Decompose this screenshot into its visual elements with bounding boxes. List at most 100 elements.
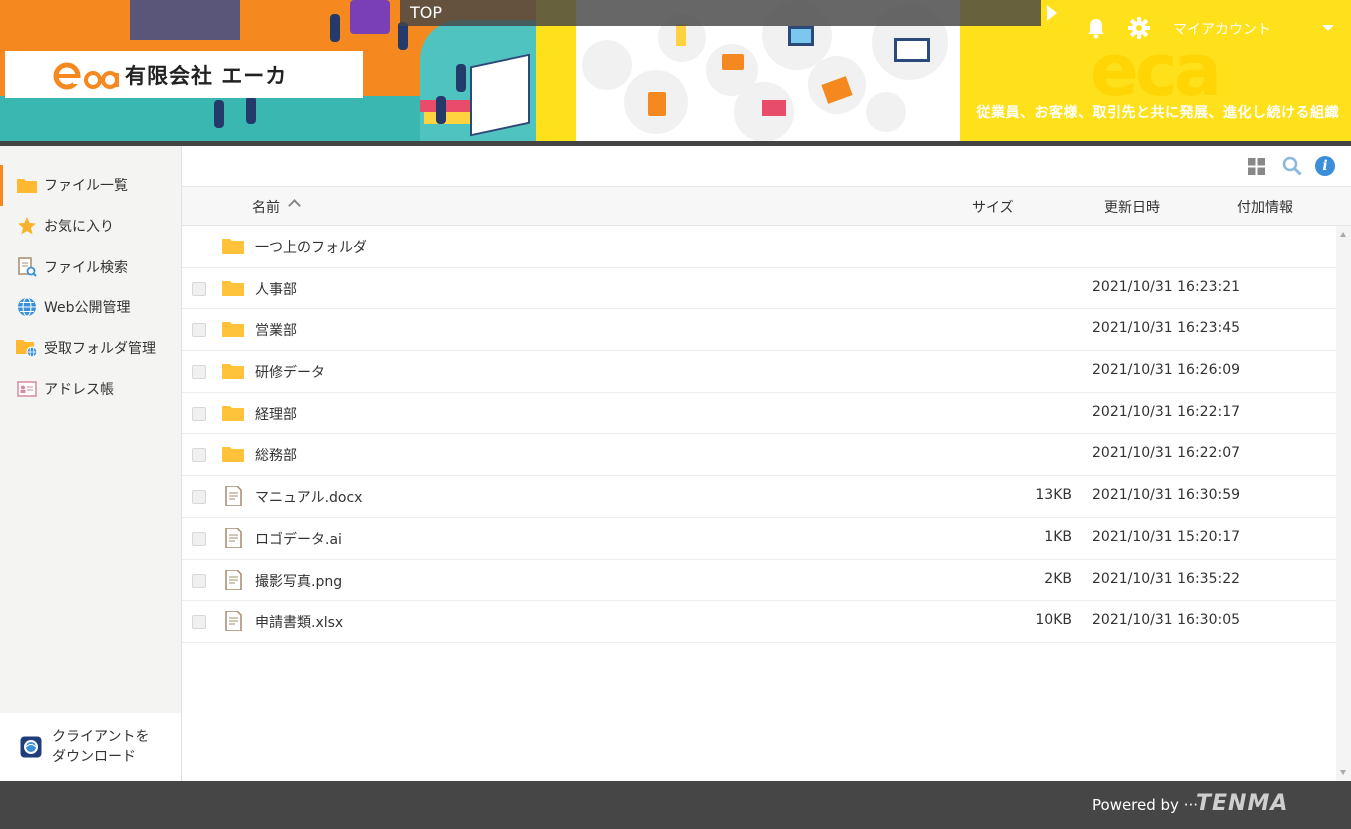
footer: Powered by ··· TENMA	[0, 781, 1351, 829]
file-search-icon	[16, 256, 38, 277]
eca-logo-icon	[53, 62, 119, 90]
sidebar-item-label: Web公開管理	[44, 300, 131, 317]
sidebar-item-address-book[interactable]: アドレス帳	[0, 368, 181, 409]
vertical-scrollbar[interactable]	[1336, 226, 1351, 781]
file-name: 経理部	[255, 406, 297, 423]
document-icon	[225, 527, 242, 548]
breadcrumb-top[interactable]: TOP	[410, 3, 442, 22]
table-row[interactable]: 申請書類.xlsx 10KB 2021/10/31 16:30:05	[182, 601, 1336, 643]
file-list-panel: i 名前 サイズ 更新日時 付加情報 一つ上のフォルダ 人事部 2021/10/3…	[182, 146, 1351, 781]
column-header-size[interactable]: サイズ	[972, 197, 1014, 217]
scroll-up-arrow-icon[interactable]	[1340, 232, 1346, 237]
company-logo-box[interactable]: 有限会社 エーカ	[5, 51, 363, 98]
my-account-menu[interactable]: マイアカウント	[1173, 19, 1271, 39]
file-name: 人事部	[255, 281, 297, 298]
parent-folder-row[interactable]: 一つ上のフォルダ	[182, 226, 1336, 268]
folder-icon	[222, 280, 244, 296]
file-updated: 2021/10/31 16:22:07	[1092, 445, 1241, 462]
file-name: マニュアル.docx	[255, 490, 363, 507]
table-row[interactable]: マニュアル.docx 13KB 2021/10/31 16:30:59	[182, 476, 1336, 518]
info-icon[interactable]: i	[1315, 156, 1335, 176]
file-size: 10KB	[1035, 612, 1072, 629]
star-icon	[16, 216, 38, 236]
tenma-logo: TENMA	[1196, 791, 1289, 816]
folder-icon	[222, 364, 244, 380]
file-name: ロゴデータ.ai	[255, 531, 342, 548]
column-header-updated[interactable]: 更新日時	[1104, 197, 1160, 217]
table-row[interactable]: ロゴデータ.ai 1KB 2021/10/31 15:20:17	[182, 518, 1336, 560]
file-name: 研修データ	[255, 365, 325, 382]
file-updated: 2021/10/31 16:30:59	[1092, 487, 1241, 504]
search-icon[interactable]	[1282, 156, 1302, 176]
file-updated: 2021/10/31 16:22:17	[1092, 403, 1241, 420]
table-row[interactable]: 経理部 2021/10/31 16:22:17	[182, 393, 1336, 435]
header-banner: 有限会社 エーカ eca 従業員、お客様、取引先と共に発展、進化し続ける組織 T…	[0, 0, 1351, 146]
folder-icon	[16, 175, 38, 195]
sidebar-item-receive-folder[interactable]: 受取フォルダ管理	[0, 328, 181, 369]
download-client-button[interactable]: クライアントを ダウンロード	[0, 713, 181, 781]
row-checkbox[interactable]	[192, 573, 206, 588]
row-checkbox[interactable]	[192, 615, 206, 630]
eca-watermark-logo: eca	[1090, 28, 1222, 112]
scroll-down-arrow-icon[interactable]	[1340, 770, 1346, 775]
file-toolbar: i	[182, 146, 1351, 186]
folder-icon	[222, 447, 244, 463]
file-size: 2KB	[1044, 570, 1072, 587]
company-slogan: 従業員、お客様、取引先と共に発展、進化し続ける組織	[976, 105, 1339, 121]
sidebar-item-label: お気に入り	[44, 219, 114, 236]
row-checkbox[interactable]	[192, 448, 206, 463]
table-header: 名前 サイズ 更新日時 付加情報	[182, 186, 1351, 226]
column-header-name[interactable]: 名前	[252, 197, 280, 217]
client-download-icon	[20, 736, 42, 758]
address-book-icon	[16, 379, 38, 399]
file-updated: 2021/10/31 16:26:09	[1092, 362, 1241, 379]
document-icon	[225, 569, 242, 590]
chevron-down-icon[interactable]	[1322, 25, 1334, 31]
sidebar-item-file-search[interactable]: ファイル検索	[0, 246, 181, 287]
table-row[interactable]: 撮影写真.png 2KB 2021/10/31 16:35:22	[182, 560, 1336, 602]
table-row[interactable]: 営業部 2021/10/31 16:23:45	[182, 309, 1336, 352]
table-row[interactable]: 人事部 2021/10/31 16:23:21	[182, 268, 1336, 310]
file-name: 一つ上のフォルダ	[255, 240, 367, 256]
file-updated: 2021/10/31 16:30:05	[1092, 612, 1241, 629]
globe-icon	[16, 297, 38, 317]
sidebar-item-web-publish[interactable]: Web公開管理	[0, 287, 181, 328]
folder-globe-icon	[16, 338, 38, 358]
row-checkbox[interactable]	[192, 490, 206, 505]
file-name: 申請書類.xlsx	[255, 615, 344, 632]
file-updated: 2021/10/31 16:35:22	[1092, 570, 1241, 587]
file-name: 総務部	[255, 448, 297, 465]
download-label-line2: ダウンロード	[52, 749, 136, 765]
sidebar-item-label: 受取フォルダ管理	[44, 341, 156, 358]
notification-bell-icon[interactable]	[1086, 17, 1106, 39]
row-checkbox[interactable]	[192, 531, 206, 546]
file-table-body: 一つ上のフォルダ 人事部 2021/10/31 16:23:21 営業部 2021/1…	[182, 226, 1336, 781]
row-checkbox[interactable]	[192, 406, 206, 421]
table-row[interactable]: 総務部 2021/10/31 16:22:07	[182, 434, 1336, 477]
sort-ascending-icon[interactable]	[288, 199, 301, 212]
file-updated: 2021/10/31 16:23:21	[1092, 278, 1241, 295]
breadcrumb-expand-icon[interactable]	[1047, 5, 1057, 21]
sidebar-item-file-list[interactable]: ファイル一覧	[0, 165, 181, 206]
file-updated: 2021/10/31 16:23:45	[1092, 320, 1241, 337]
document-icon	[225, 611, 242, 632]
folder-icon	[222, 405, 244, 421]
document-icon	[225, 486, 242, 507]
sidebar-item-label: アドレス帳	[44, 381, 114, 398]
column-header-extra[interactable]: 付加情報	[1237, 197, 1293, 217]
folder-icon	[222, 322, 244, 338]
table-row[interactable]: 研修データ 2021/10/31 16:26:09	[182, 351, 1336, 393]
breadcrumb-bar[interactable]: TOP	[400, 0, 1041, 26]
file-name: 営業部	[255, 323, 297, 340]
download-label-line1: クライアントを	[52, 729, 150, 745]
row-checkbox[interactable]	[192, 323, 206, 338]
grid-view-icon[interactable]	[1248, 158, 1265, 175]
settings-gear-icon[interactable]	[1128, 17, 1150, 39]
row-checkbox[interactable]	[192, 365, 206, 380]
file-updated: 2021/10/31 15:20:17	[1092, 528, 1241, 545]
file-name: 撮影写真.png	[255, 573, 343, 590]
sidebar-item-label: ファイル検索	[44, 259, 128, 276]
sidebar-item-favorites[interactable]: お気に入り	[0, 206, 181, 247]
row-checkbox[interactable]	[192, 281, 206, 296]
sidebar-item-label: ファイル一覧	[44, 178, 128, 195]
